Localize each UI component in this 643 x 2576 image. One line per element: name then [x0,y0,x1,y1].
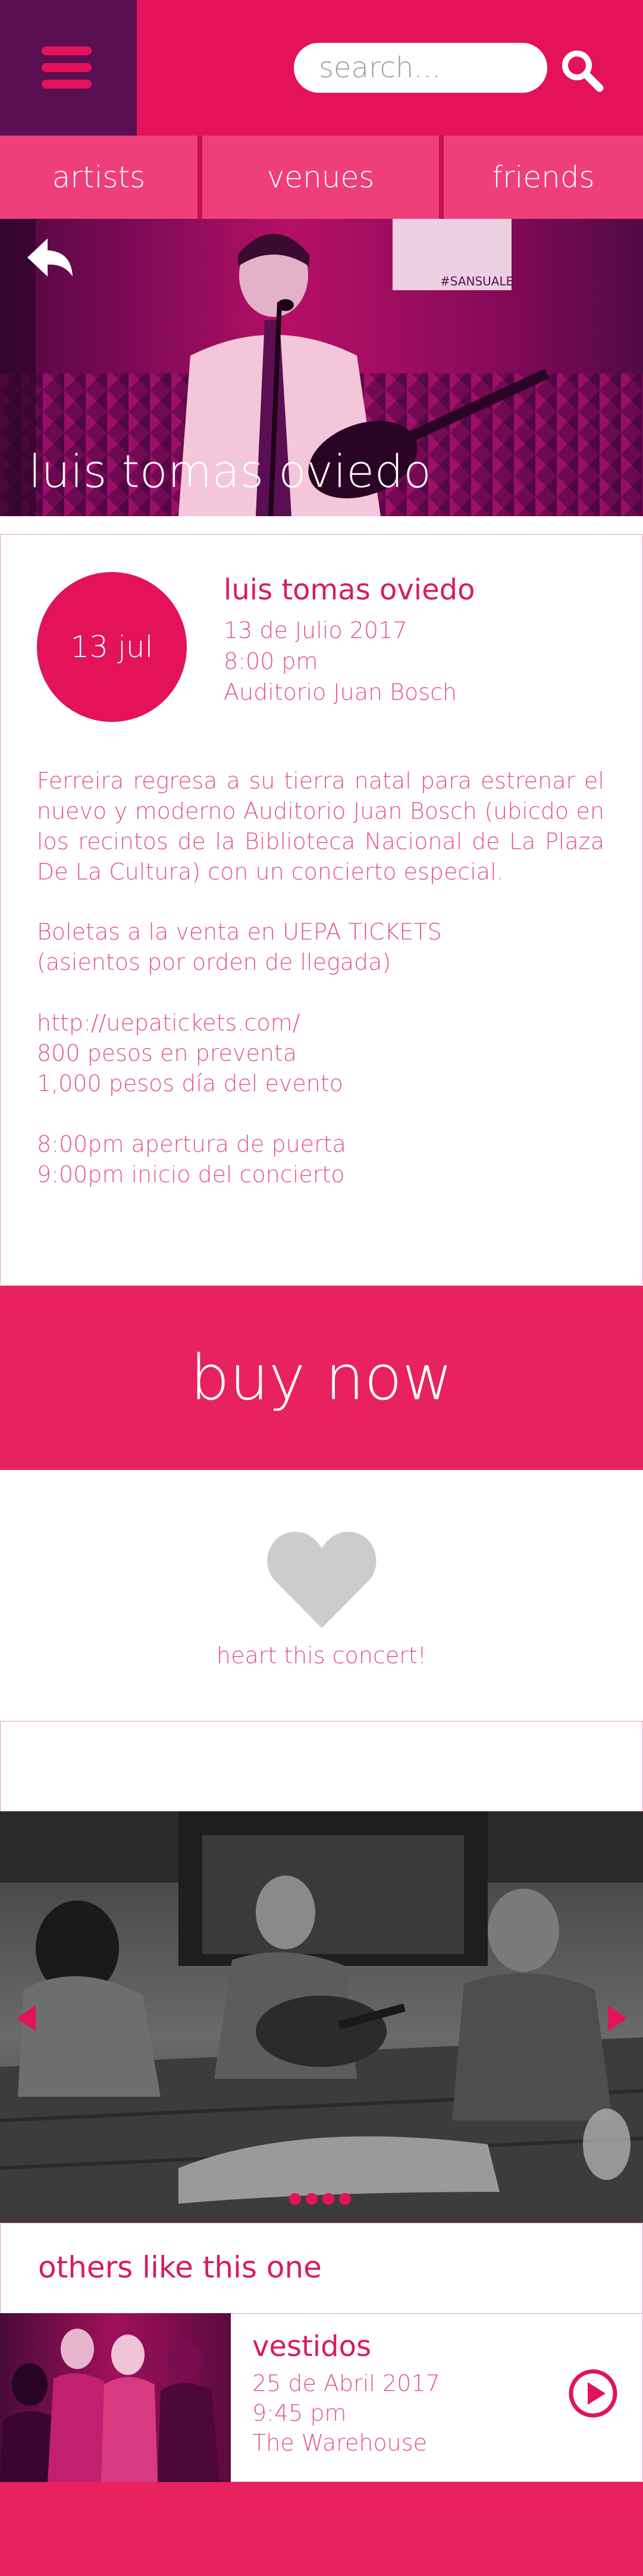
band-photo [0,2329,220,2482]
gallery-dot[interactable] [322,2193,334,2205]
tab-label: friends [492,160,595,194]
price-event-day: 1,000 pesos día del evento [37,1070,343,1097]
related-event-time: 9:45 pm [252,2400,347,2426]
related-event-date: 25 de Abril 2017 [252,2370,440,2396]
photo-gallery[interactable] [0,1811,643,2223]
search-box[interactable] [294,43,547,93]
tab-label: venues [266,160,375,194]
menu-button[interactable] [0,0,137,136]
hamburger-menu-icon-bar [42,80,92,89]
play-icon[interactable] [569,2369,617,2418]
gallery-next-arrow-icon[interactable] [606,2004,629,2032]
tickets-seating-note: (asientos por orden de llegada) [37,949,391,975]
event-time: 8:00 pm [224,648,318,674]
tab-venues[interactable]: venues [202,136,439,219]
hamburger-menu-icon-bar [42,63,92,72]
back-arrow-icon[interactable] [24,234,77,281]
heart-concert-label[interactable]: heart this concert! [0,1642,643,1669]
event-title: luis tomas oviedo [224,573,475,607]
price-presale: 800 pesos en preventa [37,1040,297,1066]
gallery-prev-arrow-icon[interactable] [14,2004,38,2032]
concert-start-time: 9:00pm inicio del concierto [37,1161,345,1188]
event-description: Ferreira regresa a su tierra natal para … [37,768,604,885]
date-badge-text: 13 jul [70,630,153,664]
related-event-venue: The Warehouse [252,2430,427,2456]
tab-bar: artists venues friends [0,136,643,219]
gallery-dot[interactable] [306,2193,318,2205]
date-badge: 13 jul [37,572,187,722]
search-icon[interactable] [558,46,606,94]
gallery-dot[interactable] [289,2193,301,2205]
tab-friends[interactable]: friends [444,136,643,219]
event-venue: Auditorio Juan Bosch [224,679,457,705]
event-date: 13 de Julio 2017 [224,617,407,643]
buy-now-button[interactable]: buy now [0,1286,643,1470]
hamburger-menu-icon [42,46,92,55]
artist-name-title: luis tomas oviedo [29,445,432,498]
tickets-url-link[interactable]: http://uepatickets.com/ [37,1008,604,1038]
doors-open-time: 8:00pm apertura de puerta [37,1131,346,1157]
buy-now-label: buy now [190,1342,453,1414]
gallery-header-space [0,1721,643,1812]
heart-icon[interactable] [266,1528,377,1629]
related-events-title: others like this one [38,2250,322,2285]
tab-artists[interactable]: artists [0,136,197,219]
tab-label: artists [52,160,146,194]
tickets-info-line: Boletas a la venta en UEPA TICKETS [37,919,442,945]
related-event-title[interactable]: vestidos [252,2330,371,2363]
search-input[interactable] [318,50,526,86]
artist-hero-image: #SANSUALE luis tomas oviedo [0,219,643,516]
gallery-pagination-dots [289,2193,351,2205]
related-event-thumbnail[interactable] [0,2313,231,2482]
top-bar [0,0,643,136]
gallery-photo [0,1811,643,2223]
footer-bar [0,2482,643,2576]
svg-text:#SANSUALE: #SANSUALE [440,274,513,288]
gallery-dot[interactable] [339,2193,351,2205]
